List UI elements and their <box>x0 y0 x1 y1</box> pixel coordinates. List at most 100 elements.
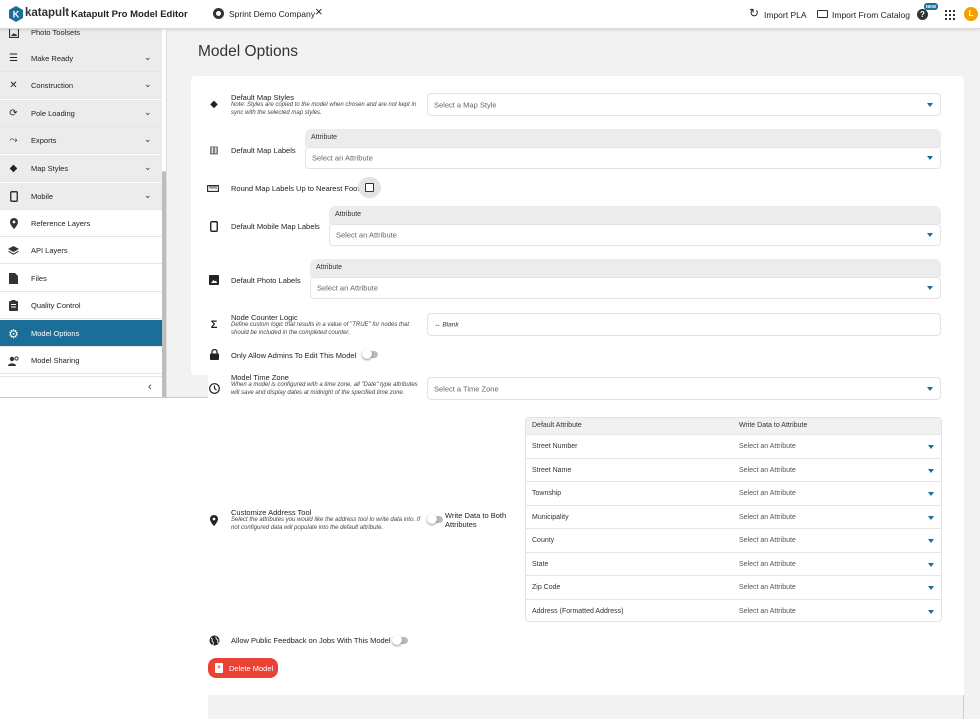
public-feedback-toggle[interactable] <box>392 635 408 645</box>
clipboard-icon <box>8 300 19 311</box>
address-attribute-table: Default Attribute Write Data to Attribut… <box>525 417 942 622</box>
time-zone-select[interactable]: Select a Time Zone <box>427 377 941 400</box>
sidebar-item-quality-control[interactable]: Quality Control <box>0 292 162 319</box>
write-both-attributes-label: Write Data to Both Attributes <box>445 511 507 529</box>
write-attribute-select[interactable]: Select an Attribute <box>739 490 796 497</box>
sidebar-item-label: Quality Control <box>31 301 81 310</box>
write-attribute-select[interactable]: Select an Attribute <box>739 514 796 521</box>
sidebar-item-photo-toolsets[interactable]: Photo Toolsets <box>0 29 162 46</box>
close-company-icon[interactable]: × <box>315 4 323 19</box>
company-icon-center <box>216 11 221 16</box>
write-attribute-select[interactable]: Select an Attribute <box>739 537 796 544</box>
default-map-styles-desc: Note: Styles are copied to the model whe… <box>231 102 417 116</box>
trash-icon: × <box>215 663 223 673</box>
dropdown-arrow-icon <box>927 386 933 391</box>
default-map-styles-label: Default Map Styles <box>231 93 294 102</box>
import-pla-button[interactable]: Import PLA <box>764 10 807 20</box>
attribute-header-label: Attribute <box>311 134 338 141</box>
node-counter-logic-value-wrap: ↔ Blank <box>434 321 459 328</box>
mobile-labels-attribute-select[interactable]: Select an Attribute <box>329 224 941 246</box>
list-icon: ☰ <box>9 53 18 64</box>
model-time-zone-desc: When a model is configured with a time z… <box>231 382 418 396</box>
import-catalog-button[interactable]: Import From Catalog <box>832 10 910 20</box>
sidebar-item-make-ready[interactable]: ☰ Make Ready ⌄ <box>0 45 162 72</box>
default-attribute-name: Municipality <box>532 513 569 521</box>
sidebar-item-model-options[interactable]: ⚙ Model Options <box>0 320 162 347</box>
sidebar-collapse-button[interactable]: ‹ <box>0 376 166 397</box>
sidebar-item-reference-layers[interactable]: Reference Layers <box>0 210 162 237</box>
sidebar-item-label: Mobile <box>31 192 54 201</box>
write-attribute-select[interactable]: Select an Attribute <box>739 584 796 591</box>
sidebar-item-construction[interactable]: ✕ Construction ⌄ <box>0 72 162 99</box>
sidebar-item-label: API Layers <box>31 246 68 255</box>
node-counter-logic-input[interactable]: ↔ Blank <box>427 313 941 336</box>
customize-address-tool-desc: Select the attributes you would like the… <box>231 517 421 531</box>
map-icon: ▥ <box>209 144 219 156</box>
dropdown-arrow-icon <box>927 286 933 290</box>
dropdown-arrow-icon <box>928 539 934 543</box>
default-attribute-name: Zip Code <box>532 584 561 591</box>
attribute-header-label: Attribute <box>316 264 343 271</box>
katapult-logo[interactable]: K katapult <box>7 5 69 23</box>
only-admins-toggle[interactable] <box>362 349 378 359</box>
write-attribute-select[interactable]: Select an Attribute <box>739 443 796 450</box>
photo-labels-attribute-select[interactable]: Select an Attribute <box>310 277 941 299</box>
dropdown-arrow-icon <box>927 233 933 237</box>
mobile-icon <box>8 191 19 202</box>
default-mobile-map-labels-label: Default Mobile Map Labels <box>231 222 320 231</box>
sidebar-item-label: Model Options <box>31 329 80 338</box>
default-attribute-name: County <box>532 537 555 544</box>
photo-icon <box>208 274 220 286</box>
map-style-select-value: Select a Map Style <box>434 100 497 109</box>
write-attribute-select[interactable]: Select an Attribute <box>739 608 796 615</box>
mobile-labels-attribute-header: Attribute <box>329 206 941 224</box>
gear-icon: ⚙ <box>8 326 19 341</box>
write-attribute-select[interactable]: Select an Attribute <box>739 561 796 568</box>
sidebar-scrollbar[interactable] <box>162 171 166 397</box>
map-labels-attribute-value: Select an Attribute <box>312 153 373 163</box>
map-style-select[interactable]: Select a Map Style <box>427 93 941 116</box>
apps-grid-icon[interactable] <box>945 10 955 20</box>
user-avatar[interactable]: L <box>964 7 978 21</box>
pole-loading-icon: ⟳ <box>9 108 18 119</box>
address-table-header: Default Attribute Write Data to Attribut… <box>526 418 941 434</box>
sidebar-item-exports[interactable]: ⤳ Exports ⌄ <box>0 127 162 154</box>
round-map-labels-label: Round Map Labels Up to Nearest Foot <box>231 184 360 193</box>
round-map-labels-checkbox[interactable] <box>365 183 374 192</box>
help-icon[interactable]: ? <box>917 9 928 20</box>
delete-model-button[interactable]: × Delete Model <box>208 658 278 678</box>
model-time-zone-label: Model Time Zone <box>231 373 289 382</box>
map-labels-attribute-select[interactable]: Select an Attribute <box>305 147 941 169</box>
write-attribute-select[interactable]: Select an Attribute <box>739 467 796 474</box>
sidebar-item-label: Reference Layers <box>31 219 91 228</box>
round-map-labels-checkbox-wrap[interactable] <box>358 177 381 198</box>
default-attribute-name: Street Number <box>532 443 578 450</box>
svg-text:K: K <box>13 10 20 20</box>
photo-labels-attribute-value: Select an Attribute <box>317 283 378 293</box>
photo-icon <box>8 29 19 38</box>
chevron-down-icon: ⌄ <box>144 162 152 172</box>
default-map-labels-label: Default Map Labels <box>231 146 296 155</box>
chevron-down-icon: ⌄ <box>144 190 152 200</box>
lower-left-panel <box>0 397 208 719</box>
new-badge: NEW <box>924 3 938 10</box>
file-icon <box>8 273 19 284</box>
pin-icon <box>8 218 19 229</box>
sidebar-item-files[interactable]: Files <box>0 265 162 292</box>
company-name[interactable]: Sprint Demo Company <box>229 9 315 19</box>
sidebar-item-map-styles[interactable]: ◆ Map Styles ⌄ <box>0 155 162 182</box>
sidebar-item-model-sharing[interactable]: Model Sharing <box>0 347 162 374</box>
sidebar-item-pole-loading[interactable]: ⟳ Pole Loading ⌄ <box>0 100 162 127</box>
sidebar-item-label: Construction <box>31 81 74 90</box>
app-title: Katapult Pro Model Editor <box>71 9 188 20</box>
node-counter-logic-desc: Define custom logic that results in a va… <box>231 322 410 336</box>
node-counter-logic-value: Blank <box>442 321 459 328</box>
sidebar-item-mobile[interactable]: Mobile ⌄ <box>0 183 162 210</box>
sidebar-item-label: Pole Loading <box>31 109 75 118</box>
chevron-left-icon: ‹ <box>148 381 152 393</box>
page-title: Model Options <box>198 43 298 60</box>
dropdown-arrow-icon <box>928 492 934 496</box>
only-admins-label: Only Allow Admins To Edit This Model <box>231 351 357 360</box>
write-both-attributes-toggle[interactable] <box>427 514 443 524</box>
sidebar-item-api-layers[interactable]: API Layers <box>0 237 162 264</box>
